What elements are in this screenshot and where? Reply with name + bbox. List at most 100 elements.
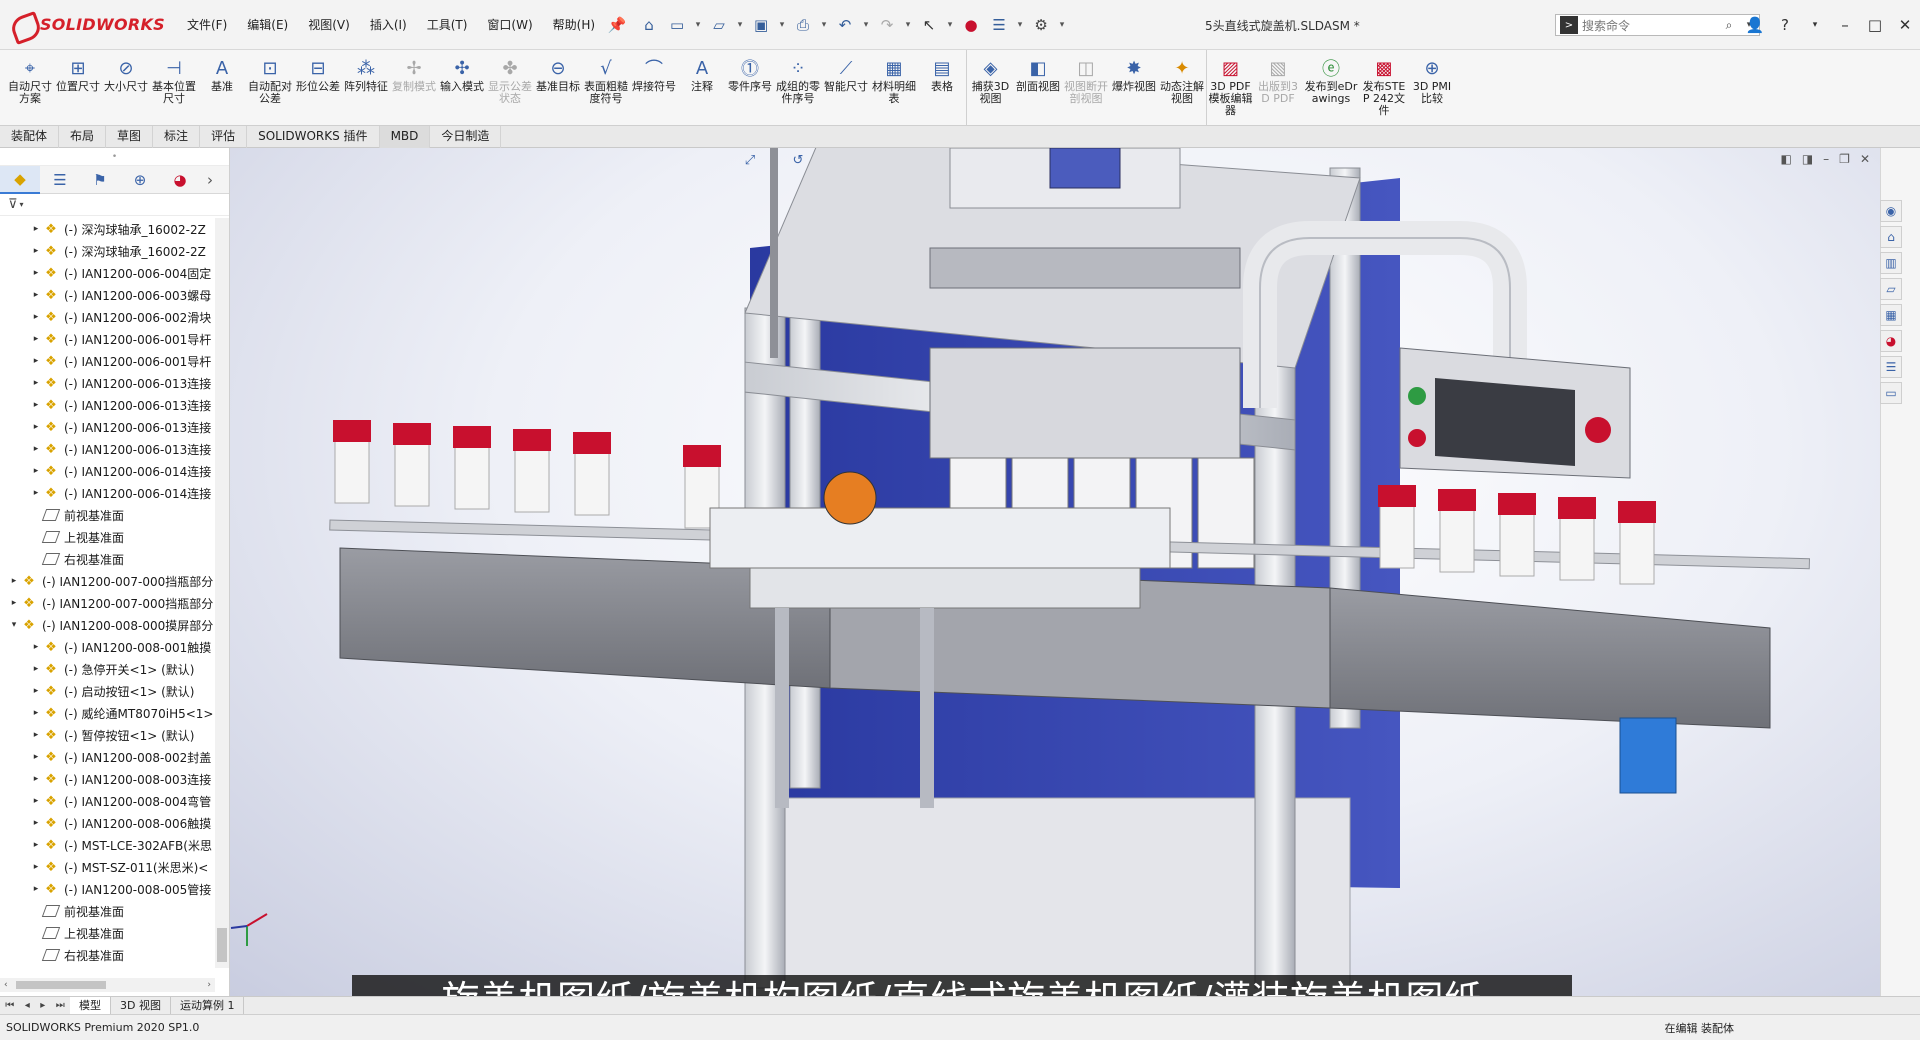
tree-item[interactable]: ▸ ❖ (-) IAN1200-007-000挡瓶部分	[0, 592, 215, 614]
chevron-right-icon[interactable]: ▸	[30, 796, 42, 806]
home-icon[interactable]: ⌂	[637, 13, 661, 37]
search-input[interactable]: 搜索命令	[1582, 17, 1719, 34]
tree-item[interactable]: ▸ ❖ (-) IAN1200-008-002封盖	[0, 746, 215, 768]
new-document-icon[interactable]: ▭	[665, 13, 689, 37]
tree-item[interactable]: ▸ ❖ (-) IAN1200-008-005管接	[0, 878, 215, 900]
chevron-right-icon[interactable]: ▸	[30, 246, 42, 256]
chevron-down-icon[interactable]: ▾	[20, 200, 24, 209]
chevron-right-icon[interactable]: ▸	[30, 378, 42, 388]
tab-sketch[interactable]: 草图	[106, 126, 154, 148]
tree-item[interactable]: 上视基准面	[0, 526, 215, 548]
tree-vertical-scrollbar[interactable]	[215, 218, 229, 968]
ribbon-auto-pair-tolerance-button[interactable]: ⊡ 自动配对公差	[246, 50, 294, 126]
chevron-right-icon[interactable]: ▸	[30, 840, 42, 850]
chevron-down-icon[interactable]: ▾	[1015, 13, 1025, 37]
chevron-right-icon[interactable]: ▸	[30, 334, 42, 344]
tree-item[interactable]: ▸ ❖ (-) 深沟球轴承_16002-2Z	[0, 240, 215, 262]
chevron-right-icon[interactable]: ▸	[30, 884, 42, 894]
search-icon[interactable]: ⌕	[1719, 18, 1739, 33]
filter-icon[interactable]: ⊽	[8, 197, 18, 212]
minimize-icon[interactable]: –	[1830, 16, 1860, 34]
chevron-right-icon[interactable]: ▸	[30, 642, 42, 652]
chevron-down-icon[interactable]: ▾	[945, 13, 955, 37]
ribbon-size-dimension-button[interactable]: ⊘ 大小尺寸	[102, 50, 150, 126]
ribbon-pattern-feature-button[interactable]: ⁂ 阵列特征	[342, 50, 390, 126]
tab-motion-study[interactable]: 运动算例 1	[171, 996, 245, 1015]
ribbon-datum-target-button[interactable]: ⊖ 基准目标	[534, 50, 582, 126]
chevron-down-icon[interactable]: ▾	[693, 13, 703, 37]
ribbon-broken-section-button[interactable]: ◫ 视图断开剖视图	[1062, 50, 1110, 126]
chevron-right-icon[interactable]: ▸	[30, 224, 42, 234]
close-icon[interactable]: ✕	[1890, 16, 1920, 34]
ribbon-pdf-template-editor-button[interactable]: ▨ 3D PDF模板编辑器	[1206, 50, 1254, 126]
undo-icon[interactable]: ↶	[833, 13, 857, 37]
forum-icon[interactable]: ▭	[1880, 382, 1902, 404]
chevron-right-icon[interactable]: ▸	[8, 576, 20, 586]
solidworks-logo[interactable]: SOLIDWORKS	[0, 0, 165, 50]
tree-item[interactable]: ▾ ❖ (-) IAN1200-008-000摸屏部分	[0, 614, 215, 636]
scrollbar-thumb[interactable]	[217, 928, 227, 962]
chevron-right-icon[interactable]: ▸	[30, 290, 42, 300]
tree-item[interactable]: ▸ ❖ (-) IAN1200-006-013连接	[0, 394, 215, 416]
chevron-right-icon[interactable]: ▸	[8, 598, 20, 608]
traffic-light-icon[interactable]: ●	[959, 13, 983, 37]
ribbon-surface-finish-button[interactable]: √ 表面粗糙度符号	[582, 50, 630, 126]
tree-item[interactable]: ▸ ❖ (-) IAN1200-006-001导杆	[0, 350, 215, 372]
appearances-icon[interactable]: ◕	[1880, 330, 1902, 352]
chevron-down-icon[interactable]: ▾	[777, 13, 787, 37]
chevron-right-icon[interactable]: ▸	[30, 356, 42, 366]
chevron-down-icon[interactable]: ▾	[819, 13, 829, 37]
redo-icon[interactable]: ↷	[875, 13, 899, 37]
chevron-right-icon[interactable]: ›	[200, 166, 220, 194]
help-icon[interactable]: ?	[1770, 16, 1800, 34]
tree-filter[interactable]: ⊽ ▾	[0, 194, 229, 216]
tree-item[interactable]: ▸ ❖ (-) 急停开关<1> (默认)	[0, 658, 215, 680]
tab-model[interactable]: 模型	[70, 996, 111, 1015]
next-tab-icon[interactable]: ▸	[40, 1000, 45, 1011]
tree-item[interactable]: ▸ ❖ (-) 启动按钮<1> (默认)	[0, 680, 215, 702]
chevron-down-icon[interactable]: ▾	[8, 620, 20, 630]
menu-file[interactable]: 文件(F)	[177, 16, 237, 33]
ribbon-basic-location-button[interactable]: ⊣ 基本位置尺寸	[150, 50, 198, 126]
search-commands[interactable]: > 搜索命令 ⌕ ▾	[1555, 14, 1760, 36]
ribbon-section-view-button[interactable]: ◧ 剖面视图	[1014, 50, 1062, 126]
user-icon[interactable]: 👤	[1740, 16, 1770, 34]
chevron-right-icon[interactable]: ▸	[30, 312, 42, 322]
pin-icon[interactable]: 📌	[605, 13, 629, 37]
tab-assembly[interactable]: 装配体	[0, 126, 60, 148]
chevron-down-icon[interactable]: ▾	[1800, 20, 1830, 30]
tab-layout[interactable]: 布局	[59, 126, 107, 148]
tree-item[interactable]: ▸ ❖ (-) 深沟球轴承_16002-2Z	[0, 218, 215, 240]
last-tab-icon[interactable]: ⏭	[56, 1000, 65, 1011]
tab-evaluate[interactable]: 评估	[200, 126, 248, 148]
ribbon-stacked-balloon-button[interactable]: ⁘ 成组的零件序号	[774, 50, 822, 126]
chevron-right-icon[interactable]: ▸	[30, 444, 42, 454]
tree-item[interactable]: ▸ ❖ (-) IAN1200-006-003螺母	[0, 284, 215, 306]
tree-item[interactable]: ▸ ❖ (-) IAN1200-006-013连接	[0, 416, 215, 438]
tree-item[interactable]: ▸ ❖ (-) IAN1200-006-013连接	[0, 438, 215, 460]
ribbon-bill-of-materials-button[interactable]: ▦ 材料明细表	[870, 50, 918, 126]
chevron-right-icon[interactable]: ▸	[30, 730, 42, 740]
tree-item[interactable]: ▸ ❖ (-) IAN1200-007-000挡瓶部分	[0, 570, 215, 592]
ribbon-publish-3d-pdf-button[interactable]: ▧ 出版到3D PDF	[1254, 50, 1302, 126]
tree-item[interactable]: 右视基准面	[0, 548, 215, 570]
chevron-right-icon[interactable]: ›	[207, 980, 211, 990]
tree-item[interactable]: ▸ ❖ (-) 暂停按钮<1> (默认)	[0, 724, 215, 746]
chevron-down-icon[interactable]: ▾	[903, 13, 913, 37]
menu-help[interactable]: 帮助(H)	[543, 16, 605, 33]
tree-item[interactable]: ▸ ❖ (-) 威纶通MT8070iH5<1>	[0, 702, 215, 724]
tree-horizontal-scrollbar[interactable]: ‹ ›	[0, 978, 215, 992]
panel-resize-handle[interactable]: •	[0, 148, 229, 166]
menu-insert[interactable]: 插入(I)	[360, 16, 417, 33]
select-cursor-icon[interactable]: ↖	[917, 13, 941, 37]
ribbon-copy-scheme-button[interactable]: ✢ 复制模式	[390, 50, 438, 126]
first-tab-icon[interactable]: ⏮	[5, 1000, 14, 1011]
file-explorer-icon[interactable]: ▱	[1880, 278, 1902, 300]
chevron-right-icon[interactable]: ▸	[30, 862, 42, 872]
tree-item[interactable]: ▸ ❖ (-) IAN1200-006-013连接	[0, 372, 215, 394]
chevron-right-icon[interactable]: ▸	[30, 818, 42, 828]
dimxpert-tab-icon[interactable]: ⊕	[120, 166, 160, 194]
chevron-right-icon[interactable]: ▸	[30, 664, 42, 674]
ribbon-geometric-tolerance-button[interactable]: ⊟ 形位公差	[294, 50, 342, 126]
previous-tab-icon[interactable]: ◂	[25, 1000, 30, 1011]
